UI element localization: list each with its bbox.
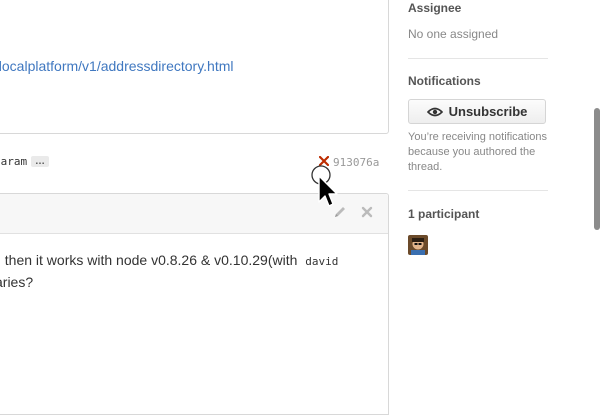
- notification-reason-line: because you authored the: [408, 146, 536, 158]
- unsubscribe-label: Unsubscribe: [448, 104, 528, 119]
- commit-expand-button[interactable]: …: [31, 156, 49, 167]
- mouse-cursor-icon: [311, 165, 338, 207]
- notification-reason: You’re receiving notifications because y…: [408, 130, 558, 175]
- notification-reason-line: thread.: [408, 161, 443, 173]
- comment-text-line1: , then it works with node v0.8.26 & v0.1…: [0, 252, 338, 268]
- comment-text: , then it works with node v0.8.26 & v0.1…: [0, 252, 298, 268]
- commit-message: param: [0, 155, 28, 168]
- scrollbar-thumb[interactable]: [594, 108, 600, 230]
- avatar[interactable]: [408, 235, 428, 255]
- eye-icon: [426, 107, 443, 116]
- assignee-heading: Assignee: [408, 1, 462, 15]
- sidebar-divider: [408, 58, 548, 59]
- comment-box-bottom: , then it works with node v0.8.26 & v0.1…: [0, 193, 389, 415]
- comment-text-line2: aries?: [0, 274, 34, 290]
- notifications-heading: Notifications: [408, 74, 481, 88]
- notification-reason-line: You’re receiving notifications: [408, 131, 548, 143]
- close-icon[interactable]: [361, 206, 373, 218]
- inline-code: david: [305, 255, 339, 268]
- participants-heading: 1 participant: [408, 207, 480, 221]
- sidebar-divider: [408, 190, 548, 191]
- avatar-image: [408, 235, 428, 255]
- assignee-value: No one assigned: [408, 27, 499, 41]
- comment-box-top: nlocalplatform/v1/addressdirectory.html: [0, 0, 389, 134]
- commit-sha-link[interactable]: 913076a: [333, 156, 379, 169]
- comment-link[interactable]: nlocalplatform/v1/addressdirectory.html: [0, 58, 234, 74]
- unsubscribe-button[interactable]: Unsubscribe: [408, 99, 546, 124]
